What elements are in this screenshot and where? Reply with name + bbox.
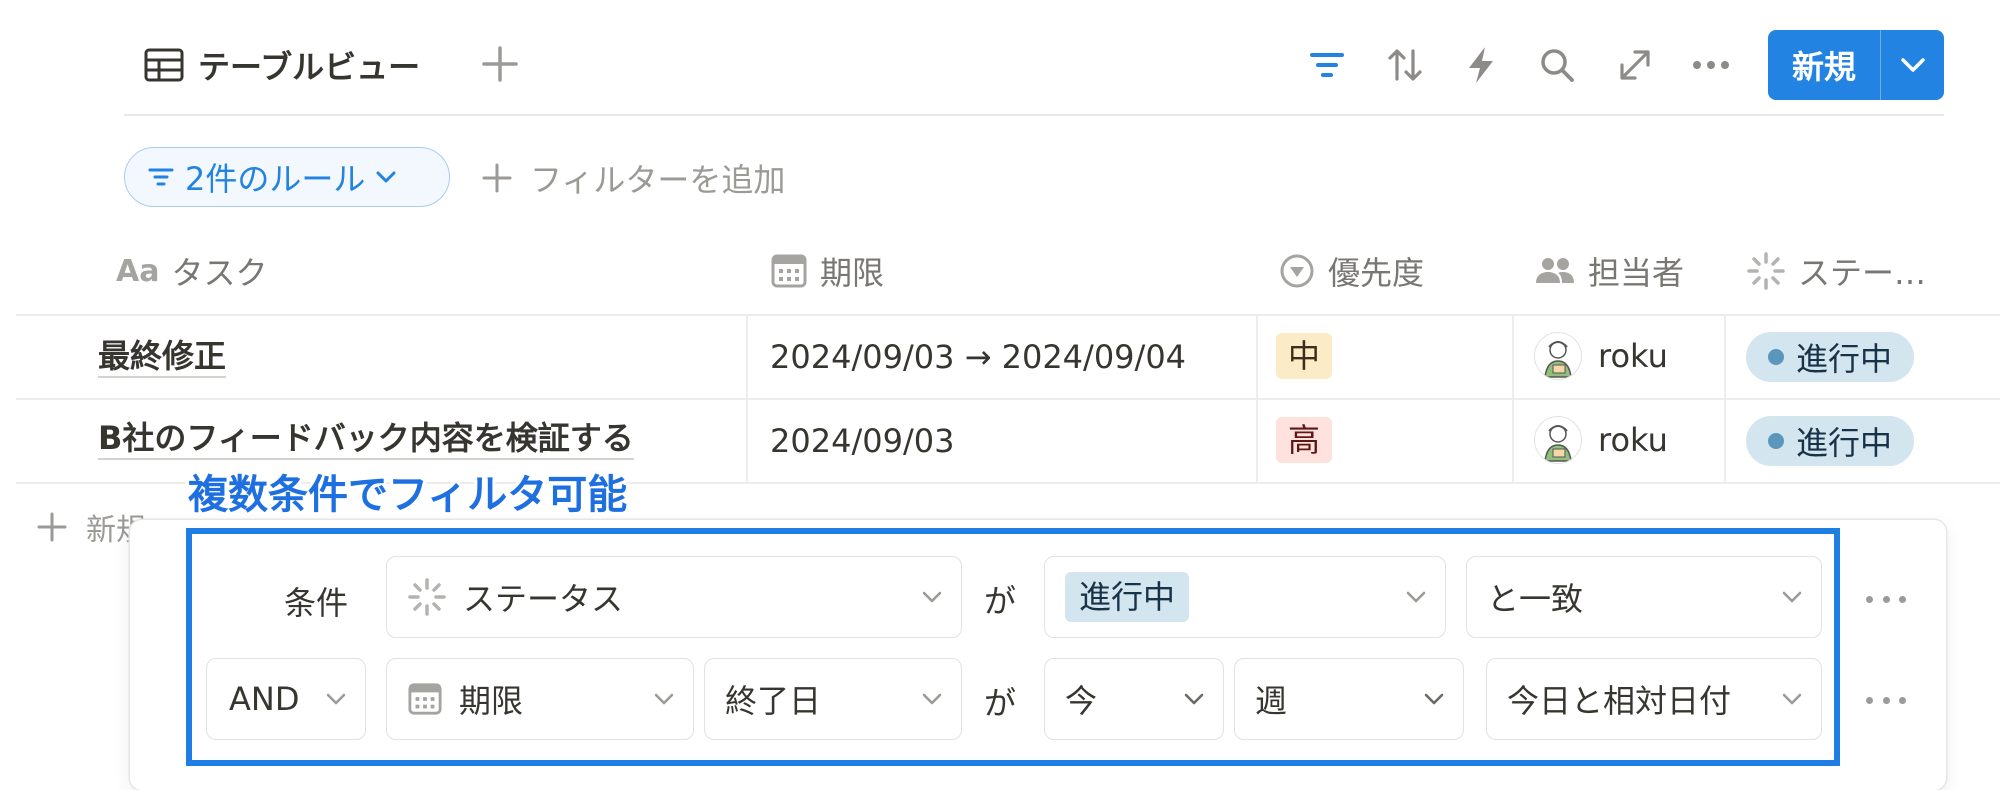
calendar-icon — [771, 254, 807, 288]
assignee[interactable]: roku — [1534, 332, 1668, 380]
more-dots-icon — [1693, 61, 1729, 69]
select-property-icon — [1280, 254, 1314, 288]
filter-button[interactable] — [1302, 40, 1352, 90]
new-dropdown-button[interactable] — [1881, 30, 1944, 100]
column-label: ステー… — [1798, 254, 1927, 292]
rule-more-button[interactable] — [1866, 593, 1906, 605]
view-name: テーブルビュー — [198, 48, 421, 86]
status-tag[interactable]: 進行中 — [1746, 416, 1915, 466]
view-tab-table[interactable]: テーブルビュー — [144, 40, 420, 90]
new-button[interactable]: 新規 — [1768, 30, 1881, 100]
chevron-down-icon — [376, 171, 396, 183]
annotation-highlight-box — [186, 528, 1840, 766]
expand-icon — [1620, 50, 1650, 80]
status-label: 進行中 — [1796, 340, 1893, 378]
column-header-priority[interactable]: 優先度 — [1278, 246, 1424, 296]
table-icon — [144, 48, 184, 82]
due-date[interactable]: 2024/09/03 → 2024/09/04 — [770, 338, 1186, 376]
sort-button[interactable] — [1380, 40, 1430, 90]
due-date[interactable]: 2024/09/03 — [770, 422, 954, 460]
rule-more-button[interactable] — [1866, 694, 1906, 706]
text-property-icon: Aa — [116, 253, 160, 289]
column-label: 期限 — [820, 254, 885, 292]
more-options-button[interactable] — [1686, 40, 1736, 90]
filter-rules-label: 2件のルール — [185, 160, 366, 198]
add-view-button[interactable] — [478, 42, 522, 86]
column-divider — [746, 316, 748, 482]
chevron-down-icon — [1900, 58, 1925, 72]
status-dot — [1768, 433, 1784, 449]
people-icon — [1536, 258, 1574, 283]
filter-rules-chip[interactable]: 2件のルール — [124, 147, 450, 207]
column-label: 担当者 — [1588, 254, 1685, 292]
status-label: 進行中 — [1796, 424, 1893, 462]
column-header-due[interactable]: 期限 — [770, 246, 884, 296]
search-icon — [1541, 49, 1574, 82]
column-divider — [1512, 316, 1514, 482]
search-button[interactable] — [1532, 40, 1582, 90]
priority-tag[interactable]: 高 — [1276, 417, 1333, 463]
annotation-caption: 複数条件でフィルタ可能 — [188, 472, 628, 518]
column-label: タスク — [171, 254, 268, 292]
avatar — [1534, 332, 1582, 380]
column-header-status[interactable]: ステー… — [1746, 246, 1926, 296]
assignee[interactable]: roku — [1534, 416, 1668, 464]
assignee-name: roku — [1598, 421, 1668, 459]
column-label: 優先度 — [1328, 254, 1425, 292]
column-header-assignee[interactable]: 担当者 — [1534, 246, 1684, 296]
status-dot — [1768, 349, 1784, 365]
avatar — [1534, 416, 1582, 464]
plus-icon — [37, 512, 67, 542]
status-spinner-icon — [1747, 252, 1785, 290]
assignee-name: roku — [1598, 337, 1668, 375]
status-tag[interactable]: 進行中 — [1746, 332, 1915, 382]
sort-arrows-icon — [1388, 49, 1422, 81]
column-header-task[interactable]: Aa タスク — [116, 246, 267, 296]
lightning-icon — [1469, 47, 1493, 83]
priority-tag[interactable]: 中 — [1276, 333, 1333, 379]
column-divider — [1256, 316, 1258, 482]
filter-icon — [1310, 53, 1344, 77]
table-divider — [16, 398, 2000, 400]
automation-button[interactable] — [1456, 40, 1506, 90]
plus-icon — [482, 46, 518, 82]
toolbar-divider — [124, 114, 1944, 116]
task-title[interactable]: 最終修正 — [98, 336, 227, 378]
column-divider — [1724, 316, 1726, 482]
filter-icon — [148, 168, 174, 186]
task-title[interactable]: B社のフィードバック内容を検証する — [98, 418, 634, 460]
add-filter-label: フィルターを追加 — [530, 161, 786, 199]
add-filter-button[interactable]: フィルターを追加 — [480, 150, 785, 206]
new-button-group: 新規 — [1768, 30, 1944, 100]
table-divider — [16, 314, 2000, 316]
plus-icon — [482, 163, 512, 193]
expand-button[interactable] — [1610, 40, 1660, 90]
